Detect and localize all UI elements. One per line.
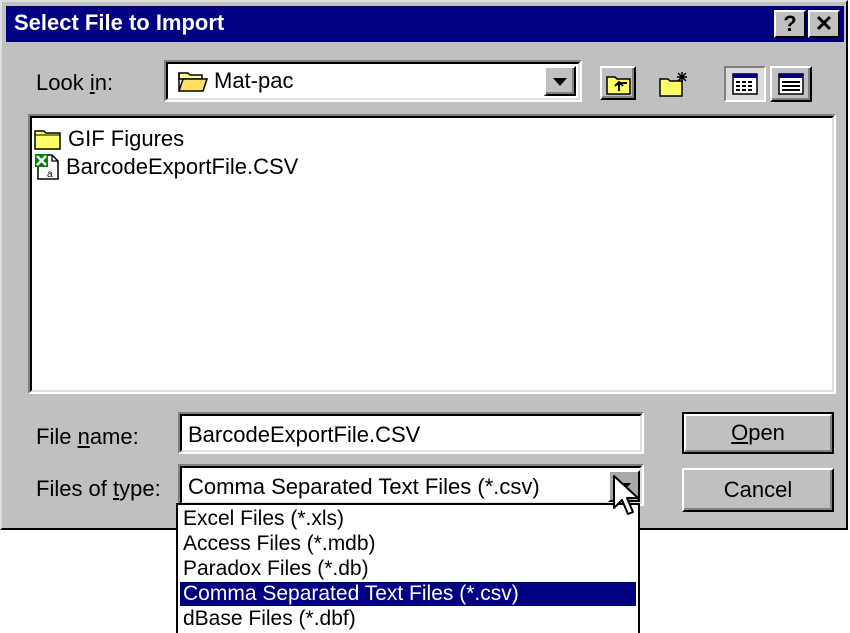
- open-folder-icon: [177, 69, 209, 93]
- dropdown-option-xls[interactable]: Excel Files (*.xls): [180, 507, 636, 531]
- files-of-type-label: Files of type:: [36, 476, 161, 501]
- file-name: GIF Figures: [68, 126, 185, 151]
- close-button[interactable]: ✕: [808, 10, 840, 38]
- help-button[interactable]: ?: [774, 10, 806, 38]
- file-name: BarcodeExportFile.CSV: [66, 154, 299, 179]
- new-folder-icon: [659, 72, 687, 97]
- open-button[interactable]: Open: [682, 412, 834, 454]
- dropdown-option-mdb[interactable]: Access Files (*.mdb): [180, 532, 636, 556]
- look-in-value: Mat-pac: [214, 68, 294, 93]
- list-view-icon: [732, 73, 758, 95]
- file-name-value: BarcodeExportFile.CSV: [188, 422, 421, 447]
- list-item[interactable]: a BarcodeExportFile.CSV: [34, 154, 298, 180]
- help-icon: ?: [783, 11, 797, 36]
- select-file-dialog: Select File to Import ? ✕ Look in: Mat-p…: [0, 0, 848, 530]
- details-view-icon: [778, 73, 804, 95]
- open-button-label: Open: [731, 420, 785, 445]
- file-list[interactable]: GIF Figures a BarcodeExportFile.CSV: [28, 114, 836, 394]
- dropdown-option-db[interactable]: Paradox Files (*.db): [180, 557, 636, 581]
- file-name-input[interactable]: BarcodeExportFile.CSV: [178, 412, 644, 454]
- file-name-label: File name:: [36, 424, 139, 449]
- title-bar[interactable]: Select File to Import ? ✕: [6, 6, 844, 42]
- dropdown-option-csv[interactable]: Comma Separated Text Files (*.csv): [180, 582, 636, 606]
- chevron-down-icon: [553, 78, 567, 86]
- look-in-dropdown-button[interactable]: [544, 66, 576, 96]
- cancel-button[interactable]: Cancel: [682, 468, 834, 512]
- svg-text:a: a: [47, 169, 53, 180]
- files-of-type-value: Comma Separated Text Files (*.csv): [188, 474, 540, 499]
- mouse-cursor-icon: [613, 475, 639, 515]
- look-in-combobox[interactable]: Mat-pac: [164, 60, 582, 102]
- files-of-type-dropdown-list[interactable]: Excel Files (*.xls) Access Files (*.mdb)…: [176, 503, 640, 633]
- files-of-type-select[interactable]: Comma Separated Text Files (*.csv): [178, 464, 644, 506]
- excel-csv-file-icon: a: [35, 154, 59, 180]
- list-view-button[interactable]: [724, 66, 766, 102]
- close-icon: ✕: [814, 11, 834, 36]
- window-title: Select File to Import: [14, 10, 225, 35]
- dropdown-option-dbf[interactable]: dBase Files (*.dbf): [180, 607, 636, 631]
- up-folder-icon: [606, 76, 631, 95]
- look-in-label: Look in:: [36, 70, 114, 95]
- cancel-button-label: Cancel: [723, 477, 793, 502]
- up-one-level-button[interactable]: [600, 66, 636, 100]
- list-item[interactable]: GIF Figures: [34, 126, 184, 152]
- folder-icon: [34, 130, 61, 150]
- create-new-folder-button[interactable]: [654, 66, 690, 100]
- details-view-button[interactable]: [770, 66, 812, 102]
